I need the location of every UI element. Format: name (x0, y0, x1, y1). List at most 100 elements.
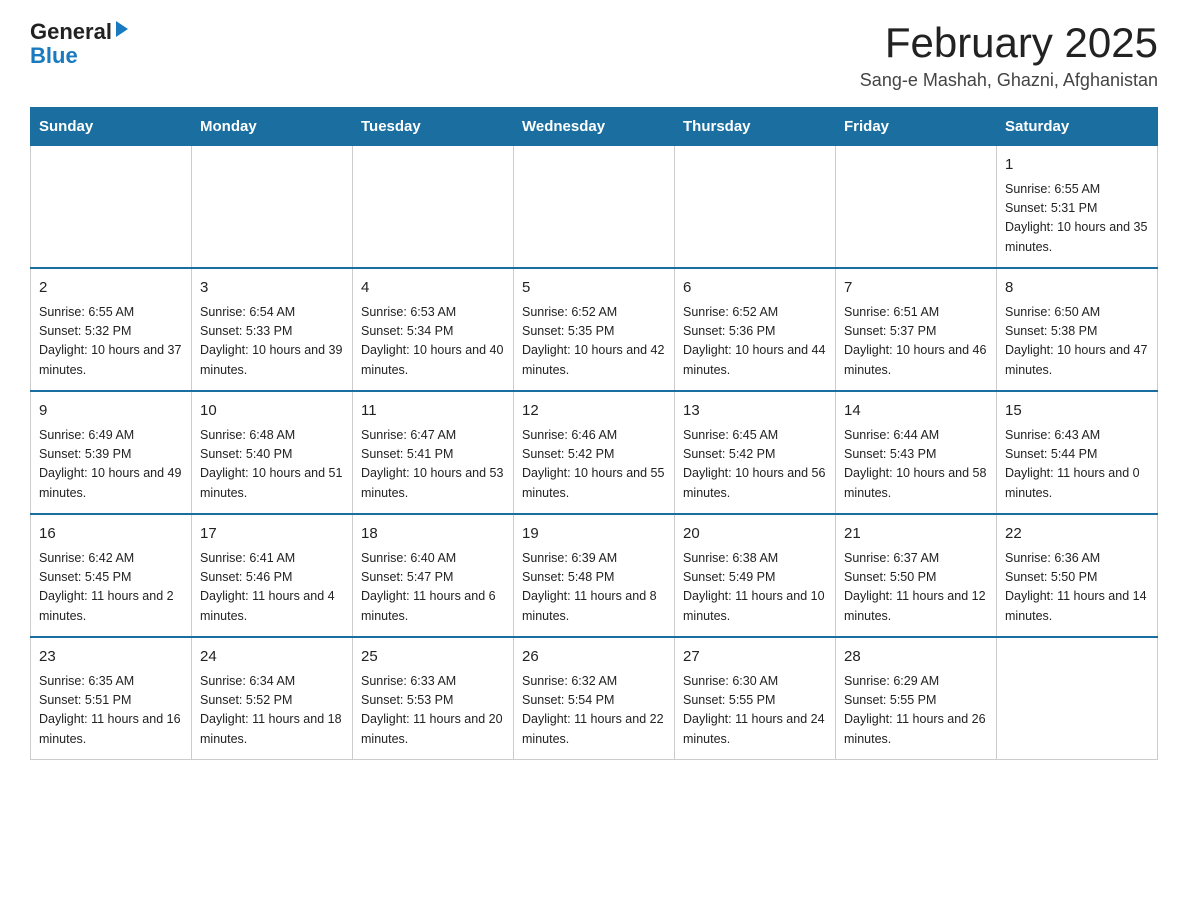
day-info: Sunrise: 6:55 AM Sunset: 5:32 PM Dayligh… (39, 303, 183, 381)
calendar-cell (31, 146, 192, 269)
day-number: 6 (683, 277, 827, 300)
day-number: 14 (844, 400, 988, 423)
day-number: 4 (361, 277, 505, 300)
day-number: 20 (683, 523, 827, 546)
day-info: Sunrise: 6:54 AM Sunset: 5:33 PM Dayligh… (200, 303, 344, 381)
calendar-cell: 13 Sunrise: 6:45 AM Sunset: 5:42 PM Dayli… (675, 391, 836, 514)
logo-blue-text: Blue (30, 44, 78, 68)
day-info: Sunrise: 6:40 AM Sunset: 5:47 PM Dayligh… (361, 549, 505, 627)
calendar-cell: 9 Sunrise: 6:49 AM Sunset: 5:39 PM Daylig… (31, 391, 192, 514)
calendar-cell: 17Sunrise: 6:41 AM Sunset: 5:46 PM Dayli… (192, 514, 353, 637)
day-number: 11 (361, 400, 505, 423)
day-info: Sunrise: 6:36 AM Sunset: 5:50 PM Dayligh… (1005, 549, 1149, 627)
day-number: 10 (200, 400, 344, 423)
logo: General Blue (30, 20, 128, 68)
day-info: Sunrise: 6:52 AM Sunset: 5:35 PM Dayligh… (522, 303, 666, 381)
calendar-cell: 18Sunrise: 6:40 AM Sunset: 5:47 PM Dayli… (353, 514, 514, 637)
location-subtitle: Sang-e Mashah, Ghazni, Afghanistan (860, 70, 1158, 91)
day-info: Sunrise: 6:35 AM Sunset: 5:51 PM Dayligh… (39, 672, 183, 750)
calendar-cell: 16Sunrise: 6:42 AM Sunset: 5:45 PM Dayli… (31, 514, 192, 637)
day-number: 15 (1005, 400, 1149, 423)
calendar-cell: 24 Sunrise: 6:34 AM Sunset: 5:52 PM Dayli… (192, 637, 353, 760)
calendar-week-row: 23 Sunrise: 6:35 AM Sunset: 5:51 PM Dayli… (31, 637, 1158, 760)
day-info: Sunrise: 6:53 AM Sunset: 5:34 PM Dayligh… (361, 303, 505, 381)
day-info: Sunrise: 6:47 AM Sunset: 5:41 PM Dayligh… (361, 426, 505, 504)
day-number: 24 (200, 646, 344, 669)
day-number: 3 (200, 277, 344, 300)
day-number: 12 (522, 400, 666, 423)
title-area: February 2025 Sang-e Mashah, Ghazni, Afg… (860, 20, 1158, 91)
calendar-cell: 12 Sunrise: 6:46 AM Sunset: 5:42 PM Dayli… (514, 391, 675, 514)
weekday-header-monday: Monday (192, 108, 353, 146)
day-info: Sunrise: 6:48 AM Sunset: 5:40 PM Dayligh… (200, 426, 344, 504)
calendar-week-row: 2 Sunrise: 6:55 AM Sunset: 5:32 PM Daylig… (31, 268, 1158, 391)
calendar-cell: 2 Sunrise: 6:55 AM Sunset: 5:32 PM Daylig… (31, 268, 192, 391)
calendar-cell: 20 Sunrise: 6:38 AM Sunset: 5:49 PM Dayli… (675, 514, 836, 637)
calendar-cell: 3 Sunrise: 6:54 AM Sunset: 5:33 PM Daylig… (192, 268, 353, 391)
calendar-cell (675, 146, 836, 269)
calendar-cell: 19 Sunrise: 6:39 AM Sunset: 5:48 PM Dayli… (514, 514, 675, 637)
calendar-week-row: 16Sunrise: 6:42 AM Sunset: 5:45 PM Dayli… (31, 514, 1158, 637)
day-info: Sunrise: 6:50 AM Sunset: 5:38 PM Dayligh… (1005, 303, 1149, 381)
weekday-header-thursday: Thursday (675, 108, 836, 146)
calendar-cell: 26 Sunrise: 6:32 AM Sunset: 5:54 PM Dayli… (514, 637, 675, 760)
day-info: Sunrise: 6:30 AM Sunset: 5:55 PM Dayligh… (683, 672, 827, 750)
calendar-cell: 25Sunrise: 6:33 AM Sunset: 5:53 PM Dayli… (353, 637, 514, 760)
calendar-cell: 21Sunrise: 6:37 AM Sunset: 5:50 PM Dayli… (836, 514, 997, 637)
calendar-cell: 28Sunrise: 6:29 AM Sunset: 5:55 PM Dayli… (836, 637, 997, 760)
day-info: Sunrise: 6:43 AM Sunset: 5:44 PM Dayligh… (1005, 426, 1149, 504)
day-number: 5 (522, 277, 666, 300)
day-info: Sunrise: 6:45 AM Sunset: 5:42 PM Dayligh… (683, 426, 827, 504)
day-info: Sunrise: 6:44 AM Sunset: 5:43 PM Dayligh… (844, 426, 988, 504)
page-header: General Blue February 2025 Sang-e Mashah… (30, 20, 1158, 91)
day-number: 7 (844, 277, 988, 300)
calendar-cell: 27 Sunrise: 6:30 AM Sunset: 5:55 PM Dayli… (675, 637, 836, 760)
day-number: 19 (522, 523, 666, 546)
day-info: Sunrise: 6:46 AM Sunset: 5:42 PM Dayligh… (522, 426, 666, 504)
calendar-cell: 1 Sunrise: 6:55 AM Sunset: 5:31 PM Daylig… (997, 146, 1158, 269)
day-info: Sunrise: 6:49 AM Sunset: 5:39 PM Dayligh… (39, 426, 183, 504)
calendar-cell: 15 Sunrise: 6:43 AM Sunset: 5:44 PM Dayli… (997, 391, 1158, 514)
day-info: Sunrise: 6:39 AM Sunset: 5:48 PM Dayligh… (522, 549, 666, 627)
logo-general-text: General (30, 20, 112, 44)
day-info: Sunrise: 6:41 AM Sunset: 5:46 PM Dayligh… (200, 549, 344, 627)
weekday-header-wednesday: Wednesday (514, 108, 675, 146)
calendar-cell: 5 Sunrise: 6:52 AM Sunset: 5:35 PM Daylig… (514, 268, 675, 391)
calendar-cell: 4 Sunrise: 6:53 AM Sunset: 5:34 PM Daylig… (353, 268, 514, 391)
calendar-cell: 14 Sunrise: 6:44 AM Sunset: 5:43 PM Dayli… (836, 391, 997, 514)
day-info: Sunrise: 6:34 AM Sunset: 5:52 PM Dayligh… (200, 672, 344, 750)
day-number: 16 (39, 523, 183, 546)
calendar-table: SundayMondayTuesdayWednesdayThursdayFrid… (30, 107, 1158, 760)
calendar-cell: 8 Sunrise: 6:50 AM Sunset: 5:38 PM Daylig… (997, 268, 1158, 391)
weekday-header-sunday: Sunday (31, 108, 192, 146)
day-number: 28 (844, 646, 988, 669)
logo-arrow-icon (116, 21, 128, 37)
day-number: 26 (522, 646, 666, 669)
day-number: 25 (361, 646, 505, 669)
day-number: 21 (844, 523, 988, 546)
calendar-cell: 7 Sunrise: 6:51 AM Sunset: 5:37 PM Daylig… (836, 268, 997, 391)
day-number: 1 (1005, 154, 1149, 177)
day-info: Sunrise: 6:51 AM Sunset: 5:37 PM Dayligh… (844, 303, 988, 381)
day-number: 9 (39, 400, 183, 423)
day-info: Sunrise: 6:55 AM Sunset: 5:31 PM Dayligh… (1005, 180, 1149, 258)
day-info: Sunrise: 6:52 AM Sunset: 5:36 PM Dayligh… (683, 303, 827, 381)
calendar-cell (192, 146, 353, 269)
calendar-week-row: 9 Sunrise: 6:49 AM Sunset: 5:39 PM Daylig… (31, 391, 1158, 514)
calendar-cell: 22Sunrise: 6:36 AM Sunset: 5:50 PM Dayli… (997, 514, 1158, 637)
calendar-cell (997, 637, 1158, 760)
weekday-header-friday: Friday (836, 108, 997, 146)
day-number: 27 (683, 646, 827, 669)
day-number: 23 (39, 646, 183, 669)
weekday-header-row: SundayMondayTuesdayWednesdayThursdayFrid… (31, 108, 1158, 146)
day-info: Sunrise: 6:32 AM Sunset: 5:54 PM Dayligh… (522, 672, 666, 750)
weekday-header-tuesday: Tuesday (353, 108, 514, 146)
day-number: 13 (683, 400, 827, 423)
day-number: 2 (39, 277, 183, 300)
calendar-cell: 11 Sunrise: 6:47 AM Sunset: 5:41 PM Dayli… (353, 391, 514, 514)
day-number: 8 (1005, 277, 1149, 300)
calendar-cell: 23 Sunrise: 6:35 AM Sunset: 5:51 PM Dayli… (31, 637, 192, 760)
day-info: Sunrise: 6:38 AM Sunset: 5:49 PM Dayligh… (683, 549, 827, 627)
calendar-cell: 6 Sunrise: 6:52 AM Sunset: 5:36 PM Daylig… (675, 268, 836, 391)
weekday-header-saturday: Saturday (997, 108, 1158, 146)
